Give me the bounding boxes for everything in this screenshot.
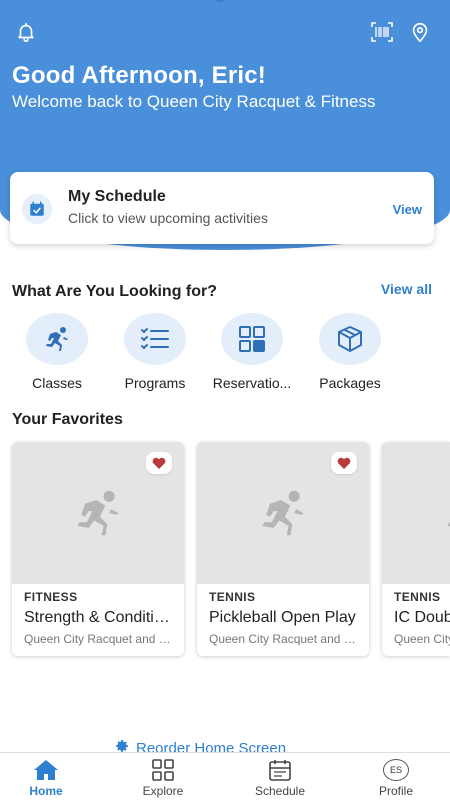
nav-label: Profile bbox=[378, 784, 413, 798]
placeholder-running-icon bbox=[382, 442, 450, 584]
location-pin-icon[interactable] bbox=[408, 20, 432, 44]
category-packages[interactable]: Packages bbox=[305, 313, 395, 391]
looking-for-title: What Are You Looking for? bbox=[12, 283, 218, 300]
camera-notch bbox=[212, 0, 228, 2]
welcome-message: Welcome back to Queen City Racquet & Fit… bbox=[12, 92, 376, 111]
schedule-title: My Schedule bbox=[68, 188, 166, 205]
schedule-subtitle: Click to view upcoming activities bbox=[68, 210, 268, 226]
bottom-navigation: Home Explore Schedule ES Profile bbox=[0, 752, 450, 800]
nav-label: Schedule bbox=[254, 784, 306, 798]
explore-grid-icon bbox=[118, 758, 208, 782]
favorite-name: Strength & Conditioning bbox=[24, 609, 176, 626]
favorite-category: FITNESS bbox=[24, 590, 78, 604]
barcode-icon[interactable] bbox=[370, 20, 394, 44]
heart-icon[interactable] bbox=[331, 452, 357, 474]
running-person-icon bbox=[26, 313, 88, 365]
favorite-location: Queen City Racquet and Fitness bbox=[24, 632, 178, 646]
nav-label: Home bbox=[29, 784, 63, 798]
category-label: Classes bbox=[32, 375, 82, 391]
favorite-category: TENNIS bbox=[394, 590, 441, 604]
calendar-icon bbox=[235, 758, 325, 782]
nav-home[interactable]: Home bbox=[1, 758, 91, 798]
bell-icon[interactable] bbox=[14, 20, 38, 44]
category-classes[interactable]: Classes bbox=[12, 313, 102, 391]
favorite-location: Queen City Racquet and Fitness bbox=[209, 632, 363, 646]
nav-schedule[interactable]: Schedule bbox=[235, 758, 325, 798]
calendar-check-icon bbox=[22, 194, 52, 224]
avatar: ES bbox=[383, 759, 409, 781]
nav-profile[interactable]: ES Profile bbox=[351, 758, 441, 798]
nav-explore[interactable]: Explore bbox=[118, 758, 208, 798]
favorite-location: Queen City Racquet and Fitness bbox=[394, 632, 450, 646]
favorite-name: Pickleball Open Play bbox=[209, 609, 356, 626]
my-schedule-card[interactable]: My Schedule Click to view upcoming activ… bbox=[10, 172, 434, 244]
heart-icon[interactable] bbox=[146, 452, 172, 474]
category-programs[interactable]: Programs bbox=[110, 313, 200, 391]
category-reservations[interactable]: Reservatio... bbox=[207, 313, 297, 391]
view-all-link[interactable]: View all bbox=[381, 281, 432, 297]
favorite-card[interactable]: TENNIS IC Doubles Queen City Racquet and… bbox=[382, 442, 450, 656]
category-label: Programs bbox=[124, 375, 186, 391]
category-label: Packages bbox=[319, 375, 381, 391]
package-box-icon bbox=[319, 313, 381, 365]
favorite-category: TENNIS bbox=[209, 590, 256, 604]
favorite-card[interactable]: FITNESS Strength & Conditioning Queen Ci… bbox=[12, 442, 184, 656]
favorite-name: IC Doubles bbox=[394, 609, 450, 626]
favorites-title: Your Favorites bbox=[12, 411, 123, 428]
grid-icon bbox=[221, 313, 283, 365]
home-icon bbox=[1, 758, 91, 782]
nav-label: Explore bbox=[142, 784, 184, 798]
favorite-card[interactable]: TENNIS Pickleball Open Play Queen City R… bbox=[197, 442, 369, 656]
category-label: Reservatio... bbox=[212, 375, 292, 391]
greeting-title: Good Afternoon, Eric! bbox=[12, 62, 266, 89]
checklist-icon bbox=[124, 313, 186, 365]
schedule-view-link[interactable]: View bbox=[393, 202, 422, 217]
